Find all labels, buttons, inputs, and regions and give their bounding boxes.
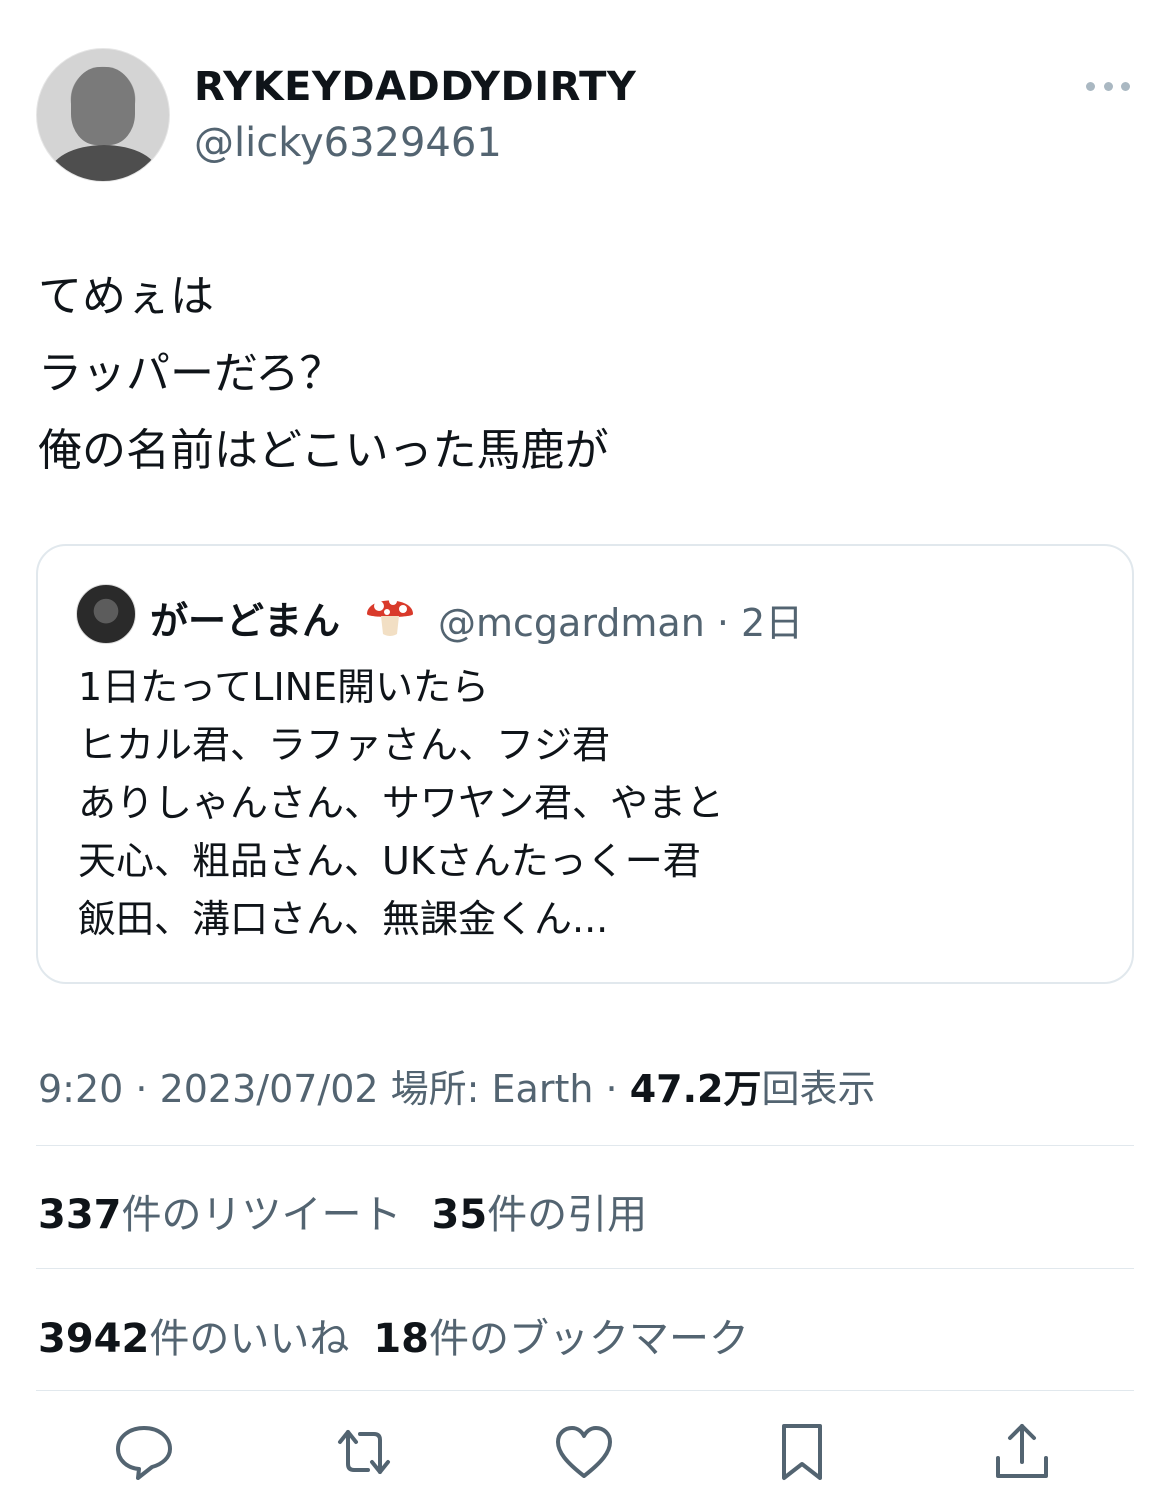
bookmarks-count: 18: [373, 1316, 429, 1362]
likes-stat[interactable]: 3942件のいいね: [38, 1316, 373, 1362]
quoted-author-avatar: [76, 584, 136, 644]
avatar-face: [71, 67, 135, 145]
divider: [36, 1390, 1134, 1391]
divider: [36, 1145, 1134, 1146]
bookmarks-stat[interactable]: 18件のブックマーク: [373, 1316, 779, 1362]
tweet-header: RYKEYDADDYDIRTY @licky6329461: [36, 46, 1136, 186]
likes-count: 3942: [38, 1316, 150, 1362]
engagement-row-1: 337件のリツイート 35件の引用: [38, 1182, 677, 1240]
quoted-handle-time: @mcgardman · 2日: [438, 601, 804, 645]
engagement-row-2: 3942件のいいね 18件のブックマーク: [38, 1306, 779, 1364]
like-icon[interactable]: [552, 1420, 616, 1484]
author-name[interactable]: RYKEYDADDYDIRTY: [194, 64, 636, 110]
bookmarks-label: 件のブックマーク: [429, 1316, 749, 1362]
author-handle[interactable]: @licky6329461: [194, 120, 502, 166]
views-count: 47.2万: [629, 1067, 762, 1111]
quoted-author-name: がーどまん: [150, 599, 341, 643]
retweets-label: 件のリツイート: [121, 1192, 402, 1238]
quotes-label: 件の引用: [487, 1192, 648, 1238]
quotes-stat[interactable]: 35件の引用: [432, 1192, 678, 1238]
mushroom-icon: [367, 597, 413, 636]
retweets-stat[interactable]: 337件のリツイート: [38, 1192, 432, 1238]
avatar-shoulders: [49, 145, 159, 181]
quoted-tweet[interactable]: がーどまん @mcgardman · 2日 1日たってLINE開いたら ヒカル君…: [36, 544, 1134, 984]
share-icon[interactable]: [990, 1420, 1054, 1484]
retweets-count: 337: [38, 1192, 122, 1238]
author-avatar[interactable]: [36, 48, 170, 182]
views-label: 回表示: [761, 1067, 876, 1111]
tweet-datetime-location[interactable]: 9:20 · 2023/07/02 場所: Earth ·: [38, 1067, 630, 1111]
quotes-count: 35: [431, 1192, 488, 1238]
likes-label: 件のいいね: [149, 1316, 350, 1362]
divider: [36, 1268, 1134, 1269]
bookmark-icon[interactable]: [770, 1420, 834, 1484]
action-bar: [36, 1420, 1134, 1490]
reply-icon[interactable]: [112, 1420, 176, 1484]
more-options-icon[interactable]: [1086, 76, 1130, 96]
retweet-icon[interactable]: [332, 1420, 396, 1484]
tweet-meta: 9:20 · 2023/07/02 場所: Earth · 47.2万回表示: [38, 1058, 875, 1113]
quoted-tweet-text: 1日たってLINE開いたら ヒカル君、ラファさん、フジ君 ありしゃんさん、サワヤ…: [78, 665, 725, 941]
tweet-text: てめぇは ラッパーだろ？ 俺の名前はどこいった馬鹿が: [38, 271, 609, 476]
